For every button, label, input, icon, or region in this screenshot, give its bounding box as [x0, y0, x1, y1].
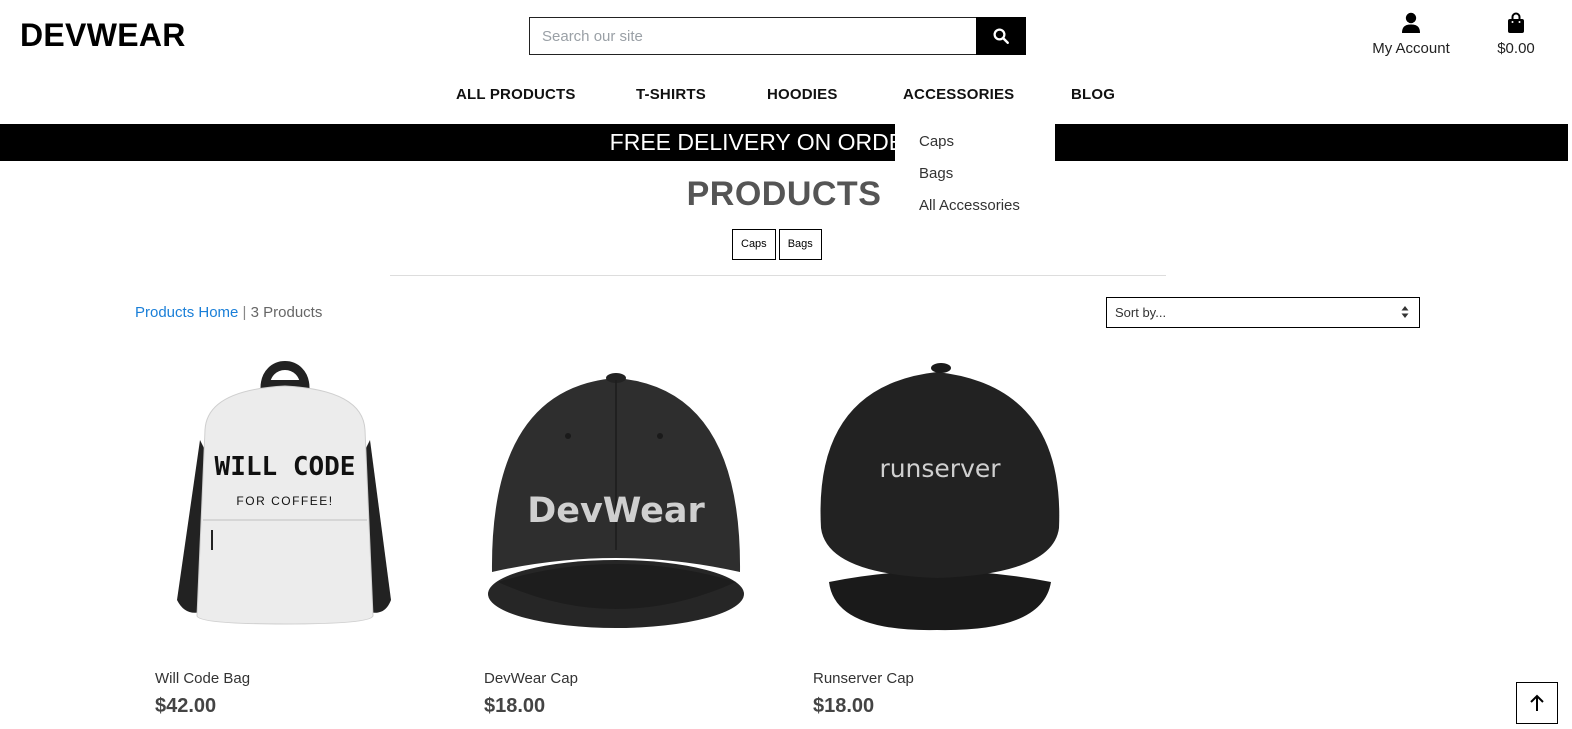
breadcrumb: Products Home | 3 Products — [135, 304, 322, 321]
shopping-bag-icon — [1508, 12, 1524, 33]
dropdown-item-caps[interactable]: Caps — [919, 132, 1055, 164]
product-name[interactable]: DevWear Cap — [484, 670, 578, 687]
delivery-banner: FREE DELIVERY ON ORDERS O — [0, 124, 1568, 161]
sort-selected-value: Sort by... — [1115, 305, 1167, 320]
site-logo[interactable]: DEVWEAR — [20, 17, 186, 54]
my-account-label: My Account — [1372, 40, 1450, 57]
product-card[interactable]: DevWear DevWear Cap $18.00 — [474, 350, 784, 717]
product-price: $18.00 — [813, 695, 875, 717]
sort-caret-icon — [1401, 306, 1409, 318]
product-name[interactable]: Will Code Bag — [155, 670, 250, 687]
dropdown-item-bags[interactable]: Bags — [919, 164, 1055, 196]
bag-print-subtext: FOR COFFEE! — [236, 494, 333, 508]
nav-all-products[interactable]: ALL PRODUCTS — [456, 86, 576, 103]
user-icon — [1402, 12, 1420, 33]
product-price: $42.00 — [155, 695, 217, 717]
product-image[interactable]: DevWear — [474, 350, 784, 640]
search-input[interactable] — [529, 17, 976, 55]
product-price: $18.00 — [484, 695, 546, 717]
back-to-top-button[interactable] — [1516, 682, 1558, 724]
cap-print-text: DevWear — [527, 491, 705, 531]
category-tag-bags[interactable]: Bags — [778, 229, 822, 260]
product-card[interactable]: runserver Runserver Cap $18.00 — [803, 350, 1113, 717]
search-icon — [993, 28, 1009, 44]
product-card[interactable]: WILL CODE FOR COFFEE! Will Code Bag $42.… — [145, 350, 455, 717]
category-tag-caps[interactable]: Caps — [732, 229, 776, 260]
nav-hoodies[interactable]: HOODIES — [767, 86, 838, 103]
page-title: PRODUCTS — [686, 175, 882, 213]
breadcrumb-separator: | — [242, 304, 247, 321]
bag-print-text: WILL CODE — [215, 452, 356, 482]
my-account-link[interactable]: My Account — [1364, 12, 1458, 57]
sort-select[interactable]: Sort by... — [1106, 297, 1420, 328]
search-button[interactable] — [976, 17, 1026, 55]
nav-accessories[interactable]: ACCESSORIES — [903, 86, 1014, 103]
arrow-up-icon — [1530, 694, 1544, 711]
dropdown-item-all-accessories[interactable]: All Accessories — [919, 196, 1055, 228]
shopping-bag-link[interactable]: $0.00 — [1490, 12, 1542, 57]
nav-t-shirts[interactable]: T-SHIRTS — [636, 86, 706, 103]
search-form — [529, 17, 1026, 55]
nav-blog[interactable]: BLOG — [1071, 86, 1115, 103]
product-count: 3 Products — [250, 304, 323, 321]
products-home-link[interactable]: Products Home — [135, 304, 238, 321]
bag-total: $0.00 — [1497, 40, 1535, 57]
product-name[interactable]: Runserver Cap — [813, 670, 914, 687]
divider — [390, 275, 1166, 276]
category-tags: Caps Bags — [732, 229, 822, 260]
product-image[interactable]: runserver — [803, 350, 1113, 640]
product-image[interactable]: WILL CODE FOR COFFEE! — [145, 350, 455, 640]
main-nav: ALL PRODUCTS T-SHIRTS HOODIES ACCESSORIE… — [0, 86, 1572, 108]
accessories-dropdown: Caps Bags All Accessories — [895, 124, 1055, 226]
cap-print-text: runserver — [879, 454, 1001, 483]
